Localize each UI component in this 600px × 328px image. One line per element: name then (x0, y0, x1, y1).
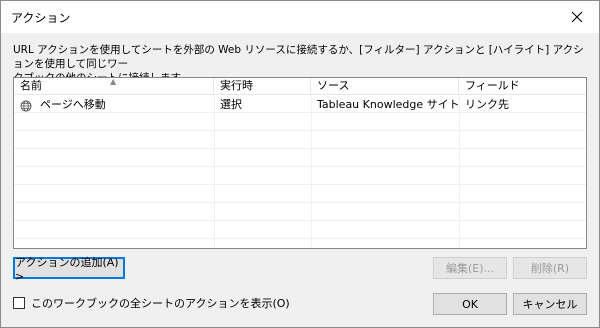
close-button[interactable] (555, 1, 599, 33)
row-source: Tableau Knowledge サイトマ... (317, 98, 459, 111)
show-all-actions-checkbox[interactable] (13, 297, 25, 309)
grid-line (14, 238, 586, 239)
grid-line (14, 130, 586, 131)
column-header-run-on[interactable]: 実行時 (214, 78, 311, 94)
globe-icon (20, 100, 32, 112)
row-name: ページへ移動 (40, 98, 106, 111)
column-header-field[interactable]: フィールド (459, 78, 586, 94)
grid-line (14, 184, 586, 185)
grid-line (14, 148, 586, 149)
column-header-source[interactable]: ソース (311, 78, 459, 94)
row-field: リンク先 (465, 98, 509, 111)
row-run-on: 選択 (220, 98, 242, 111)
grid-line (214, 94, 215, 248)
column-header-name[interactable]: 名前 ▲ (14, 78, 214, 94)
edit-button[interactable]: 編集(E)... (433, 257, 507, 279)
close-icon (571, 11, 583, 23)
delete-button[interactable]: 削除(R) (513, 257, 587, 279)
title-bar: アクション (1, 1, 599, 33)
actions-table[interactable]: 名前 ▲ 実行時 ソース フィールド ページへ移動 選択 Tableau Kno… (13, 77, 587, 249)
description-line-1: URL アクションを使用してシートを外部の Web リソースに接続するか、[フィ… (13, 44, 584, 70)
grid-line (14, 202, 586, 203)
grid-line (14, 166, 586, 167)
grid-line (311, 94, 312, 248)
add-action-button[interactable]: アクションの追加(A) > (13, 256, 125, 283)
cancel-button[interactable]: キャンセル (513, 293, 587, 315)
grid-line (459, 94, 460, 248)
actions-dialog: アクション URL アクションを使用してシートを外部の Web リソースに接続す… (0, 0, 600, 328)
sort-ascending-icon: ▲ (110, 77, 117, 86)
ok-button[interactable]: OK (433, 293, 507, 315)
column-header-name-label: 名前 (20, 79, 42, 92)
show-all-actions-label[interactable]: このワークブックの全シートのアクションを表示(O) (31, 297, 290, 310)
table-header: 名前 ▲ 実行時 ソース フィールド (14, 78, 586, 95)
grid-line (14, 220, 586, 221)
dialog-title: アクション (11, 11, 71, 25)
